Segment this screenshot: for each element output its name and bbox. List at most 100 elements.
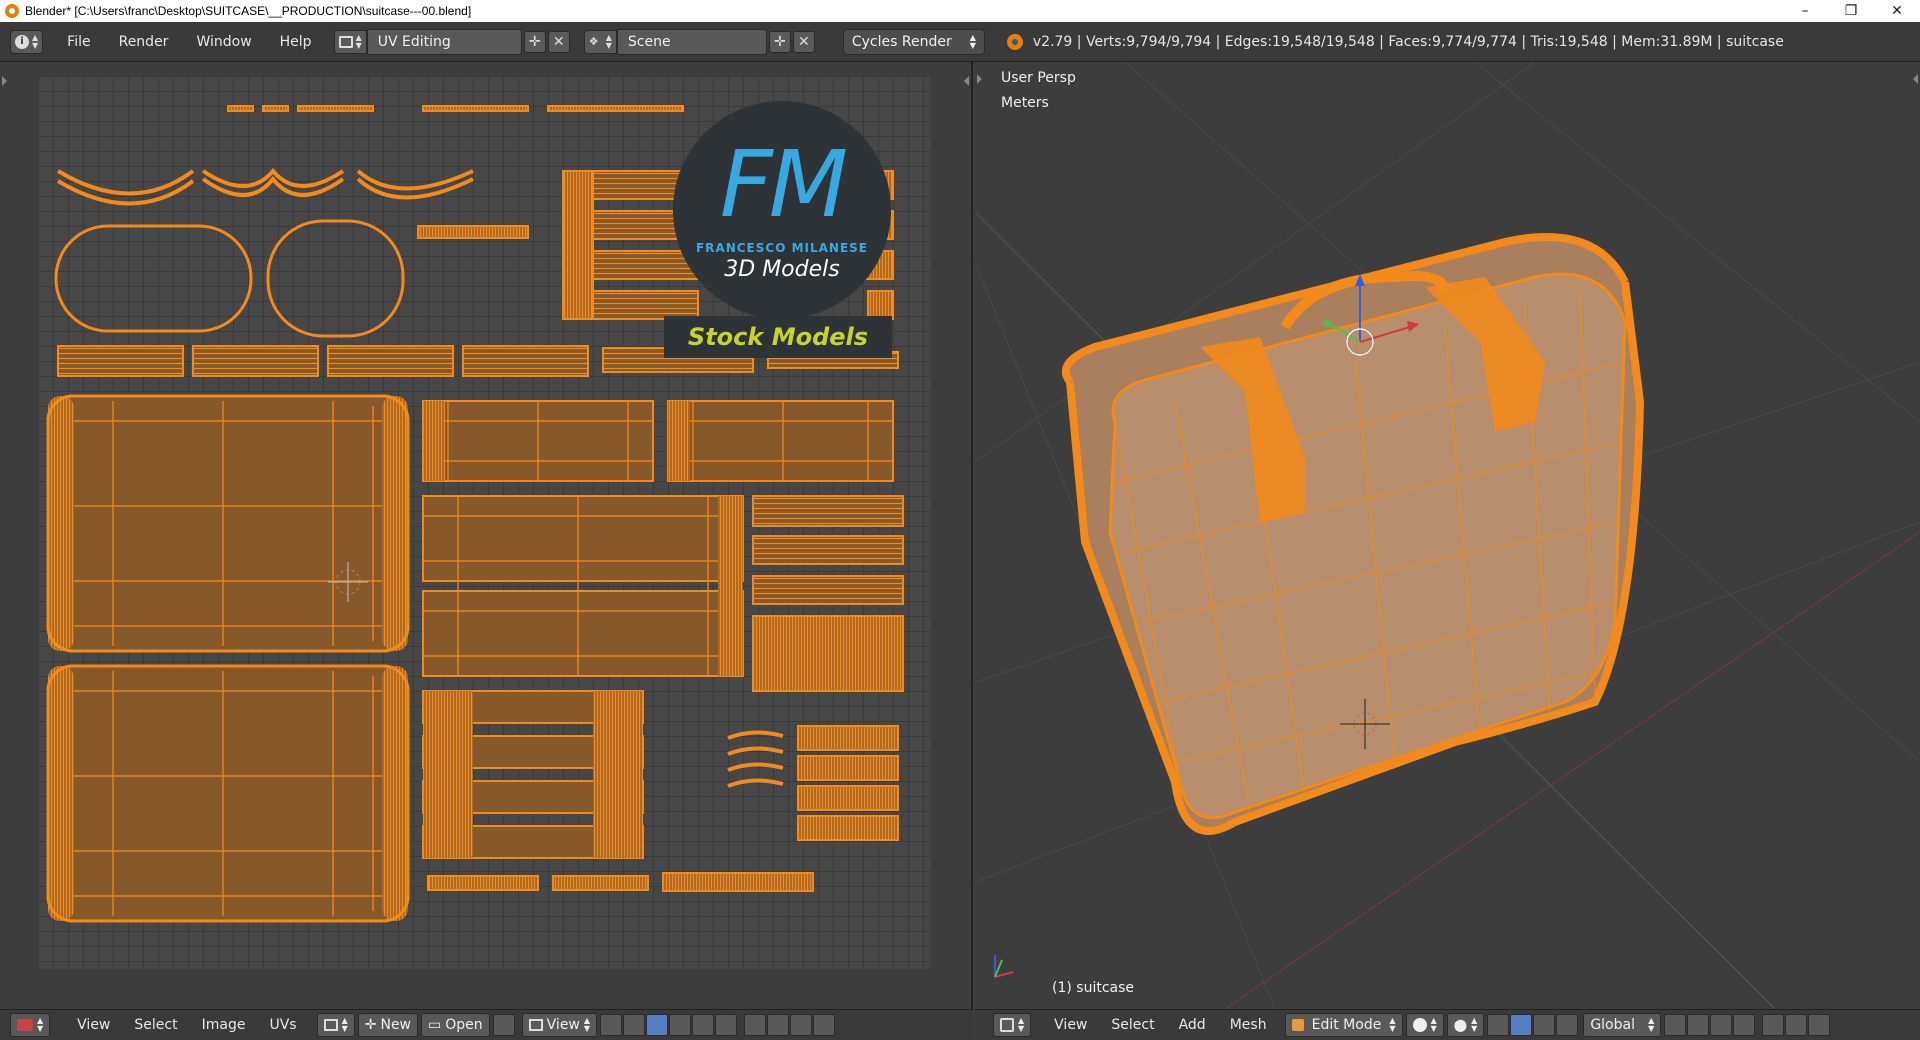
delete-screen-button[interactable]: ✕	[547, 30, 570, 53]
close-button[interactable]: ✕	[1874, 0, 1920, 22]
blender-logo-icon	[5, 4, 19, 18]
info-header: i ▲ ▼ File Render Window Help ▲ ▼ UV Editi…	[0, 22, 1920, 62]
render-engine-value: Cycles Render	[851, 33, 952, 50]
menu-view[interactable]: View	[1042, 1017, 1099, 1033]
editor-type-selector[interactable]: ▲ ▼	[993, 1013, 1032, 1037]
menu-file[interactable]: File	[53, 34, 104, 50]
island-select-icon[interactable]	[715, 1014, 738, 1036]
vertex-select-icon[interactable]	[646, 1014, 669, 1036]
menu-window[interactable]: Window	[182, 34, 265, 50]
render-engine-select[interactable]: Cycles Render ▲ ▼	[842, 28, 985, 55]
edge-select-icon[interactable]	[669, 1014, 692, 1036]
scale-manipulator-icon[interactable]	[1556, 1014, 1579, 1036]
editor-type-selector[interactable]: i ▲ ▼	[10, 29, 44, 54]
watermark-logo: FM FRANCESCO MILANESE 3D Models	[673, 101, 891, 319]
area-split-corner-icon[interactable]	[959, 76, 969, 86]
occlude-geometry-icon[interactable]	[1733, 1014, 1756, 1036]
uv-grid-canvas[interactable]: FM FRANCESCO MILANESE 3D Models Stock Mo…	[38, 76, 931, 969]
face-select-icon[interactable]	[692, 1014, 715, 1036]
updown-arrows-icon: ▲ ▼	[1018, 1016, 1025, 1033]
uv-island	[547, 105, 684, 112]
solid-shading-icon	[1412, 1018, 1427, 1032]
manipulator-toggle-icon[interactable]	[1487, 1014, 1510, 1036]
magnet-icon[interactable]	[790, 1014, 813, 1036]
pivot-icon[interactable]	[600, 1014, 623, 1036]
uv-island	[227, 105, 254, 112]
uv-island	[46, 664, 410, 923]
rotate-manipulator-icon[interactable]	[1533, 1014, 1556, 1036]
pivot-select[interactable]: ⬤ ▲ ▼	[1446, 1013, 1485, 1037]
menu-mesh[interactable]: Mesh	[1218, 1017, 1279, 1033]
pin-icon[interactable]	[492, 1014, 515, 1036]
updown-arrows-icon: ▲ ▼	[1430, 1016, 1437, 1033]
scene-field[interactable]: Scene	[616, 28, 767, 55]
snap-element-icon[interactable]	[1808, 1014, 1831, 1036]
screen-layout-field[interactable]: UV Editing	[366, 28, 522, 55]
viewport-scene	[975, 62, 1920, 1009]
uv-island	[462, 345, 589, 377]
add-screen-button[interactable]: ✛	[523, 30, 546, 53]
scene-icon: ❖	[588, 34, 599, 48]
updown-arrows-icon: ▲ ▼	[969, 32, 976, 50]
add-scene-button[interactable]: ✛	[768, 30, 791, 53]
uv-island	[327, 345, 454, 377]
updown-arrows-icon: ▲ ▼	[605, 32, 612, 50]
view-mode-select[interactable]: View ▲ ▼	[521, 1013, 598, 1037]
proportional-edit-icon[interactable]	[744, 1014, 767, 1036]
mode-select[interactable]: Edit Mode ▲ ▼	[1284, 1013, 1403, 1037]
uv-island	[262, 105, 289, 112]
translate-manipulator-icon[interactable]	[1510, 1014, 1533, 1036]
view-mode-label: View	[546, 1017, 580, 1033]
folder-icon: ▭	[428, 1017, 442, 1033]
menu-view[interactable]: View	[65, 1017, 122, 1033]
edge-select-mode-icon[interactable]	[1687, 1014, 1710, 1036]
snap-icon[interactable]	[767, 1014, 790, 1036]
uv-island	[752, 575, 904, 605]
sticky-select-icon[interactable]	[623, 1014, 646, 1036]
menu-add[interactable]: Add	[1167, 1017, 1218, 1033]
area-split-corner-icon[interactable]	[2, 76, 12, 86]
orientation-select[interactable]: Global ▲ ▼	[1583, 1013, 1662, 1037]
uv-island	[266, 219, 405, 338]
uv-island	[752, 495, 904, 527]
viewport-3d-header: ▲ ▼ View Select Add Mesh Edit Mode ▲ ▼ ▲ ▼ …	[975, 1009, 1920, 1040]
active-object-label: (1) suitcase	[1052, 980, 1135, 996]
scene-selector[interactable]: ❖ ▲ ▼	[583, 29, 617, 54]
uv-island	[297, 105, 374, 112]
menu-image[interactable]: Image	[190, 1017, 258, 1033]
image-browse-button[interactable]: ▲ ▼	[316, 1013, 355, 1037]
shading-select[interactable]: ▲ ▼	[1405, 1013, 1444, 1037]
menu-help[interactable]: Help	[266, 34, 326, 50]
proportional-edit-icon[interactable]	[1762, 1014, 1785, 1036]
watermark-subtitle: 3D Models	[724, 257, 840, 282]
uv-island	[201, 167, 345, 197]
vertex-select-mode-icon[interactable]	[1664, 1014, 1687, 1036]
menu-render[interactable]: Render	[105, 34, 183, 50]
edit-mode-icon	[1291, 1019, 1304, 1031]
menu-select[interactable]: Select	[122, 1017, 189, 1033]
restore-button[interactable]: ❐	[1828, 0, 1874, 22]
new-image-button[interactable]: ✛ New	[357, 1013, 419, 1037]
menu-select[interactable]: Select	[1099, 1017, 1166, 1033]
open-image-label: Open	[445, 1017, 483, 1033]
updown-arrows-icon: ▲ ▼	[1648, 1016, 1655, 1033]
uv-island	[562, 170, 594, 320]
uv-image-editor[interactable]: FM FRANCESCO MILANESE 3D Models Stock Mo…	[0, 62, 973, 1009]
open-image-button[interactable]: ▭ Open	[421, 1013, 490, 1037]
plus-icon: ✛	[774, 33, 786, 50]
3d-viewport[interactable]: User Persp Meters (1) suitcase	[975, 62, 1920, 1009]
snap-icon[interactable]	[1785, 1014, 1808, 1036]
minimize-button[interactable]: –	[1782, 0, 1828, 22]
screen-layout-selector[interactable]: ▲ ▼	[333, 29, 367, 54]
mode-label: Edit Mode	[1311, 1017, 1382, 1033]
menu-uvs[interactable]: UVs	[257, 1017, 308, 1033]
face-select-mode-icon[interactable]	[1710, 1014, 1733, 1036]
uv-editor-header: ▲ ▼ View Select Image UVs ▲ ▼ ✛ New ▭ Open…	[0, 1009, 973, 1040]
delete-scene-button[interactable]: ✕	[792, 30, 815, 53]
updown-arrows-icon: ▲ ▼	[32, 32, 39, 50]
uv-island	[57, 345, 184, 377]
editor-type-selector[interactable]: ▲ ▼	[10, 1013, 51, 1037]
uv-island	[422, 105, 529, 112]
uv-island	[427, 875, 539, 891]
snap-target-icon[interactable]	[813, 1014, 836, 1036]
